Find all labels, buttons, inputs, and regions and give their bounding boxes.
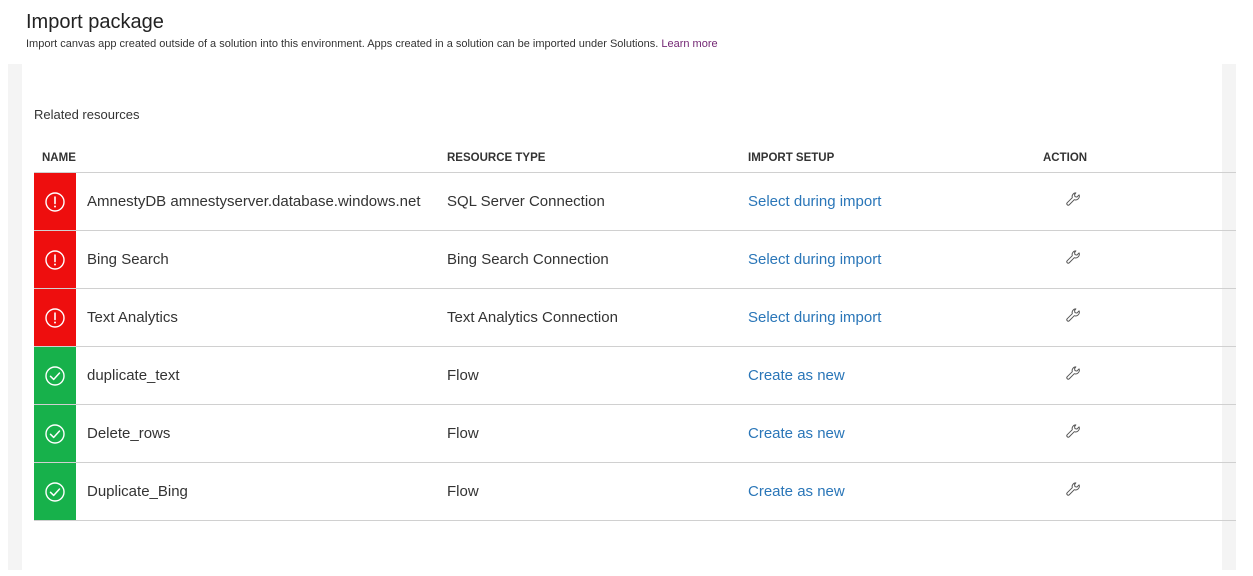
- name-cell: Text Analytics: [34, 288, 447, 347]
- import-setup-link[interactable]: Create as new: [748, 425, 845, 442]
- action-cell: [1037, 172, 1236, 231]
- table-row[interactable]: Bing Search Bing Search Connection Selec…: [34, 230, 1236, 289]
- import-setup-cell: Create as new: [748, 462, 1037, 521]
- action-cell: [1037, 230, 1236, 289]
- error-icon: [34, 289, 76, 346]
- table-row[interactable]: duplicate_text Flow Create as new: [34, 346, 1236, 405]
- section-label: Related resources: [34, 107, 140, 122]
- resource-name: duplicate_text: [87, 366, 180, 384]
- name-cell: AmnestyDB amnestyserver.database.windows…: [34, 172, 447, 231]
- action-cell: [1037, 346, 1236, 405]
- check-icon: [34, 463, 76, 520]
- column-header-name[interactable]: NAME: [34, 144, 447, 173]
- column-header-import-setup[interactable]: IMPORT SETUP: [748, 144, 1037, 173]
- wrench-icon[interactable]: [1065, 481, 1083, 503]
- wrench-icon[interactable]: [1065, 423, 1083, 445]
- table-row[interactable]: Text Analytics Text Analytics Connection…: [34, 288, 1236, 347]
- error-icon: [34, 173, 76, 230]
- import-setup-cell: Select during import: [748, 172, 1037, 231]
- check-icon: [34, 405, 76, 462]
- resource-type: Bing Search Connection: [447, 230, 748, 289]
- check-icon: [34, 347, 76, 404]
- resource-name: Text Analytics: [87, 308, 178, 326]
- name-cell: Bing Search: [34, 230, 447, 289]
- page-description: Import canvas app created outside of a s…: [26, 37, 1226, 51]
- name-cell: duplicate_text: [34, 346, 447, 405]
- learn-more-link[interactable]: Learn more: [661, 38, 717, 50]
- table-header-row: NAME RESOURCE TYPE IMPORT SETUP ACTION: [34, 144, 1236, 173]
- import-setup-link[interactable]: Create as new: [748, 367, 845, 384]
- resource-name: Bing Search: [87, 250, 169, 268]
- column-header-resource-type[interactable]: RESOURCE TYPE: [447, 144, 748, 173]
- page-title: Import package: [26, 11, 164, 33]
- wrench-icon[interactable]: [1065, 365, 1083, 387]
- wrench-icon[interactable]: [1065, 249, 1083, 271]
- import-setup-link[interactable]: Create as new: [748, 483, 845, 500]
- resources-table: NAME RESOURCE TYPE IMPORT SETUP ACTION A…: [34, 144, 1236, 521]
- import-setup-link[interactable]: Select during import: [748, 193, 881, 210]
- name-cell: Duplicate_Bing: [34, 462, 447, 521]
- wrench-icon[interactable]: [1065, 191, 1083, 213]
- import-setup-cell: Create as new: [748, 346, 1037, 405]
- import-setup-link[interactable]: Select during import: [748, 309, 881, 326]
- related-resources-card: Related resources NAME RESOURCE TYPE IMP…: [22, 64, 1236, 570]
- table-row[interactable]: Duplicate_Bing Flow Create as new: [34, 462, 1236, 521]
- import-setup-cell: Create as new: [748, 404, 1037, 463]
- action-cell: [1037, 288, 1236, 347]
- action-cell: [1037, 462, 1236, 521]
- resource-name: Duplicate_Bing: [87, 482, 188, 500]
- error-icon: [34, 231, 76, 288]
- action-cell: [1037, 404, 1236, 463]
- wrench-icon[interactable]: [1065, 307, 1083, 329]
- table-row[interactable]: AmnestyDB amnestyserver.database.windows…: [34, 172, 1236, 231]
- resource-type: SQL Server Connection: [447, 172, 748, 231]
- import-setup-cell: Select during import: [748, 230, 1037, 289]
- content-panel: Related resources NAME RESOURCE TYPE IMP…: [8, 64, 1236, 570]
- description-text: Import canvas app created outside of a s…: [26, 38, 659, 50]
- import-setup-link[interactable]: Select during import: [748, 251, 881, 268]
- resource-name: Delete_rows: [87, 424, 171, 442]
- resource-type: Flow: [447, 404, 748, 463]
- resource-type: Flow: [447, 346, 748, 405]
- resource-name: AmnestyDB amnestyserver.database.windows…: [87, 192, 421, 210]
- resource-type: Text Analytics Connection: [447, 288, 748, 347]
- import-setup-cell: Select during import: [748, 288, 1037, 347]
- name-cell: Delete_rows: [34, 404, 447, 463]
- table-body: AmnestyDB amnestyserver.database.windows…: [34, 172, 1236, 521]
- column-header-action: ACTION: [1037, 144, 1236, 173]
- page-header: Import package Import canvas app created…: [26, 9, 1226, 51]
- table-row[interactable]: Delete_rows Flow Create as new: [34, 404, 1236, 463]
- resource-type: Flow: [447, 462, 748, 521]
